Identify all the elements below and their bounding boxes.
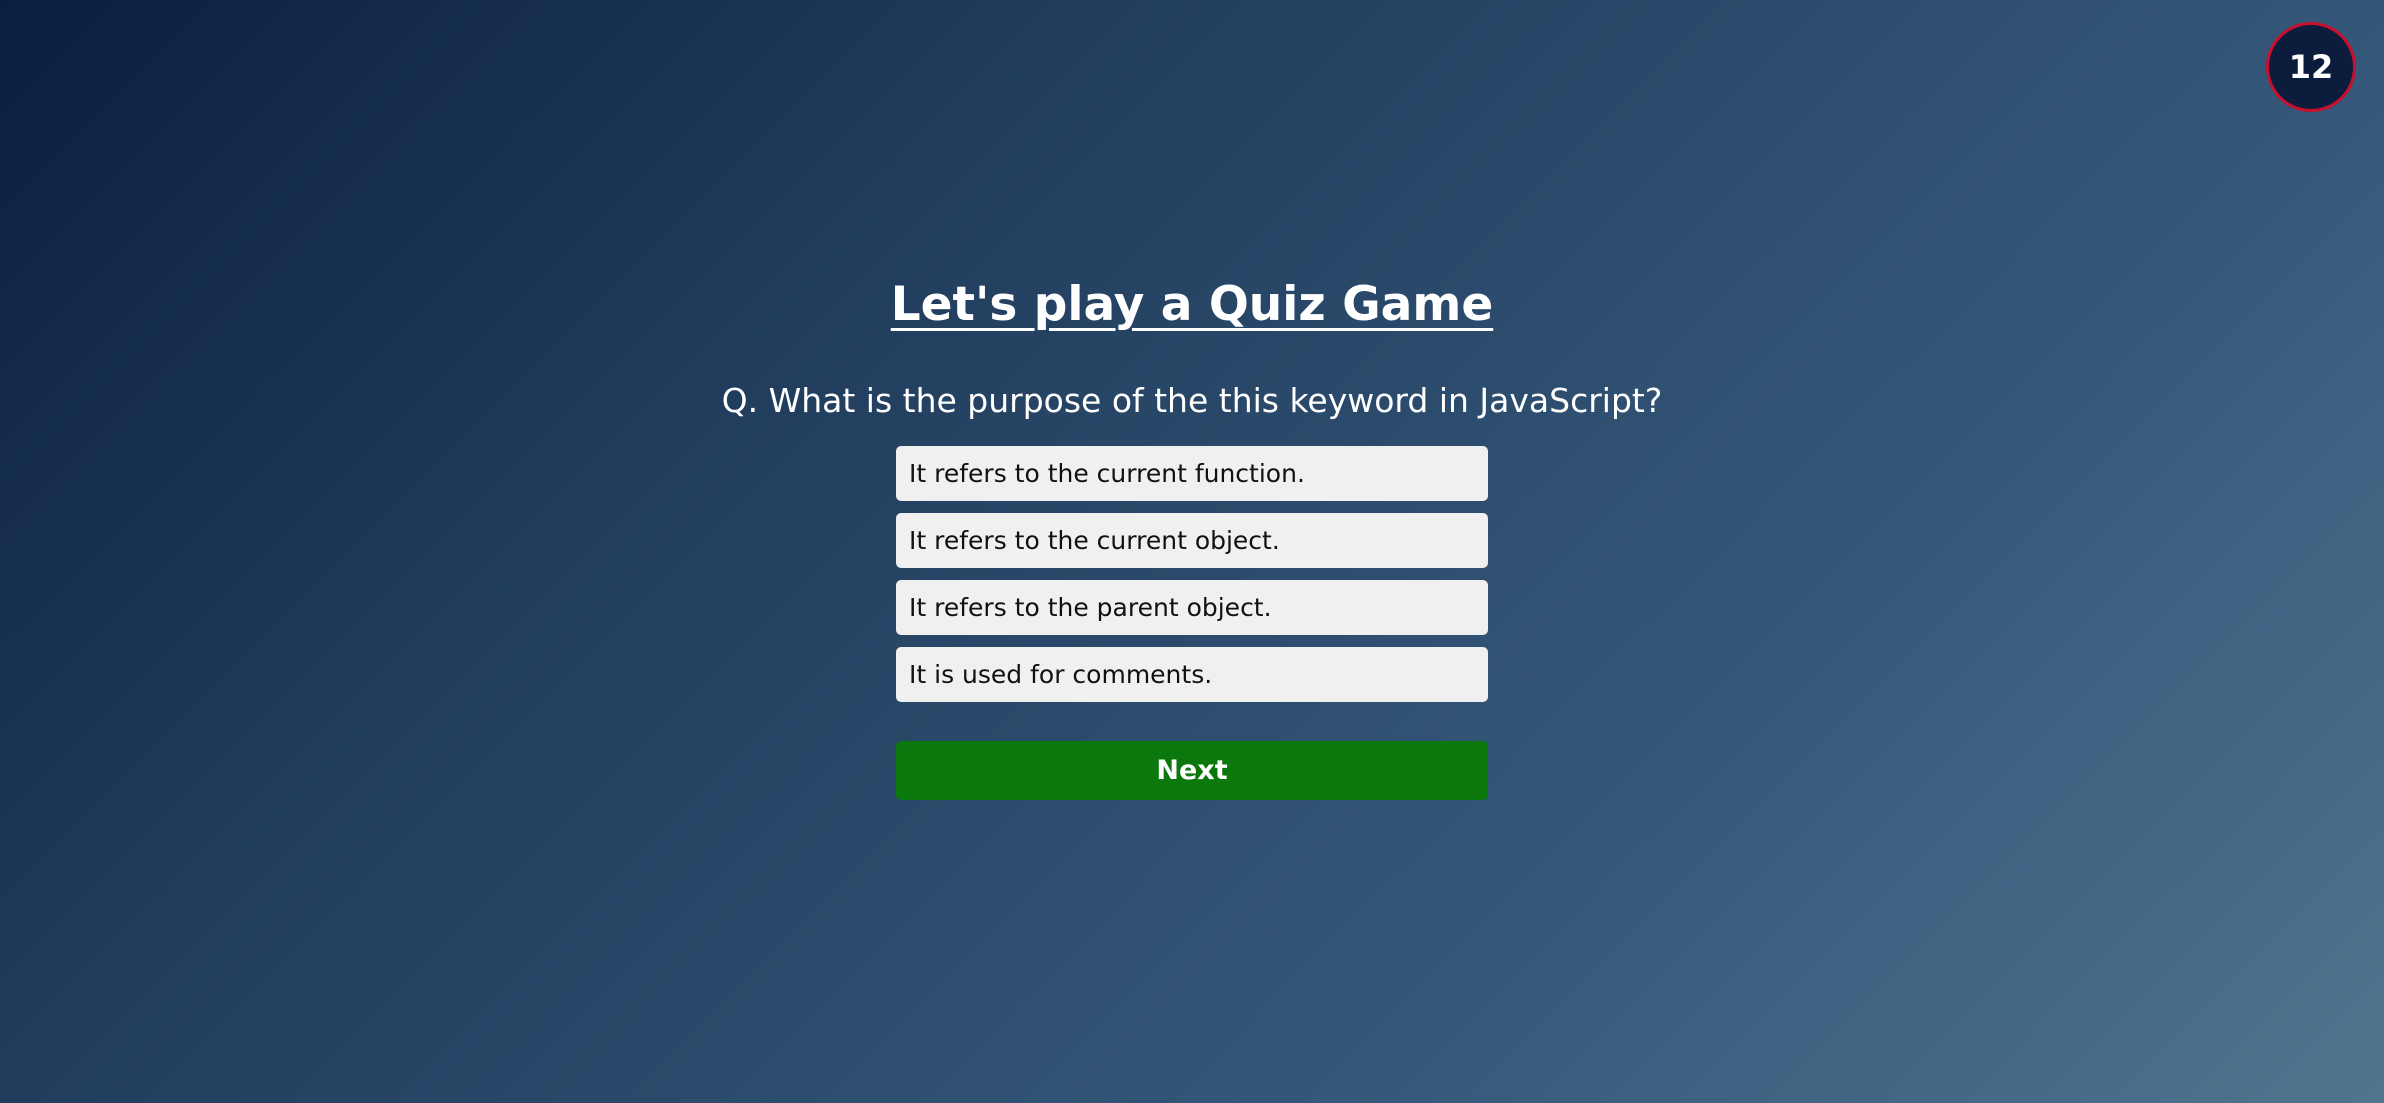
quiz-title: Let's play a Quiz Game [0, 276, 2384, 334]
quiz-title-text: Let's play a Quiz Game [890, 277, 1494, 332]
timer-badge: 12 [2266, 22, 2356, 112]
question-text: Q. What is the purpose of the this keywo… [721, 381, 1663, 420]
answer-option-1[interactable]: It refers to the current function. [896, 446, 1488, 501]
timer-value: 12 [2288, 48, 2334, 86]
next-button[interactable]: Next [896, 741, 1488, 800]
answer-option-3[interactable]: It refers to the parent object. [896, 580, 1488, 635]
answer-option-2[interactable]: It refers to the current object. [896, 513, 1488, 568]
answer-option-4[interactable]: It is used for comments. [896, 647, 1488, 702]
answer-list: It refers to the current function. It re… [896, 446, 1488, 714]
